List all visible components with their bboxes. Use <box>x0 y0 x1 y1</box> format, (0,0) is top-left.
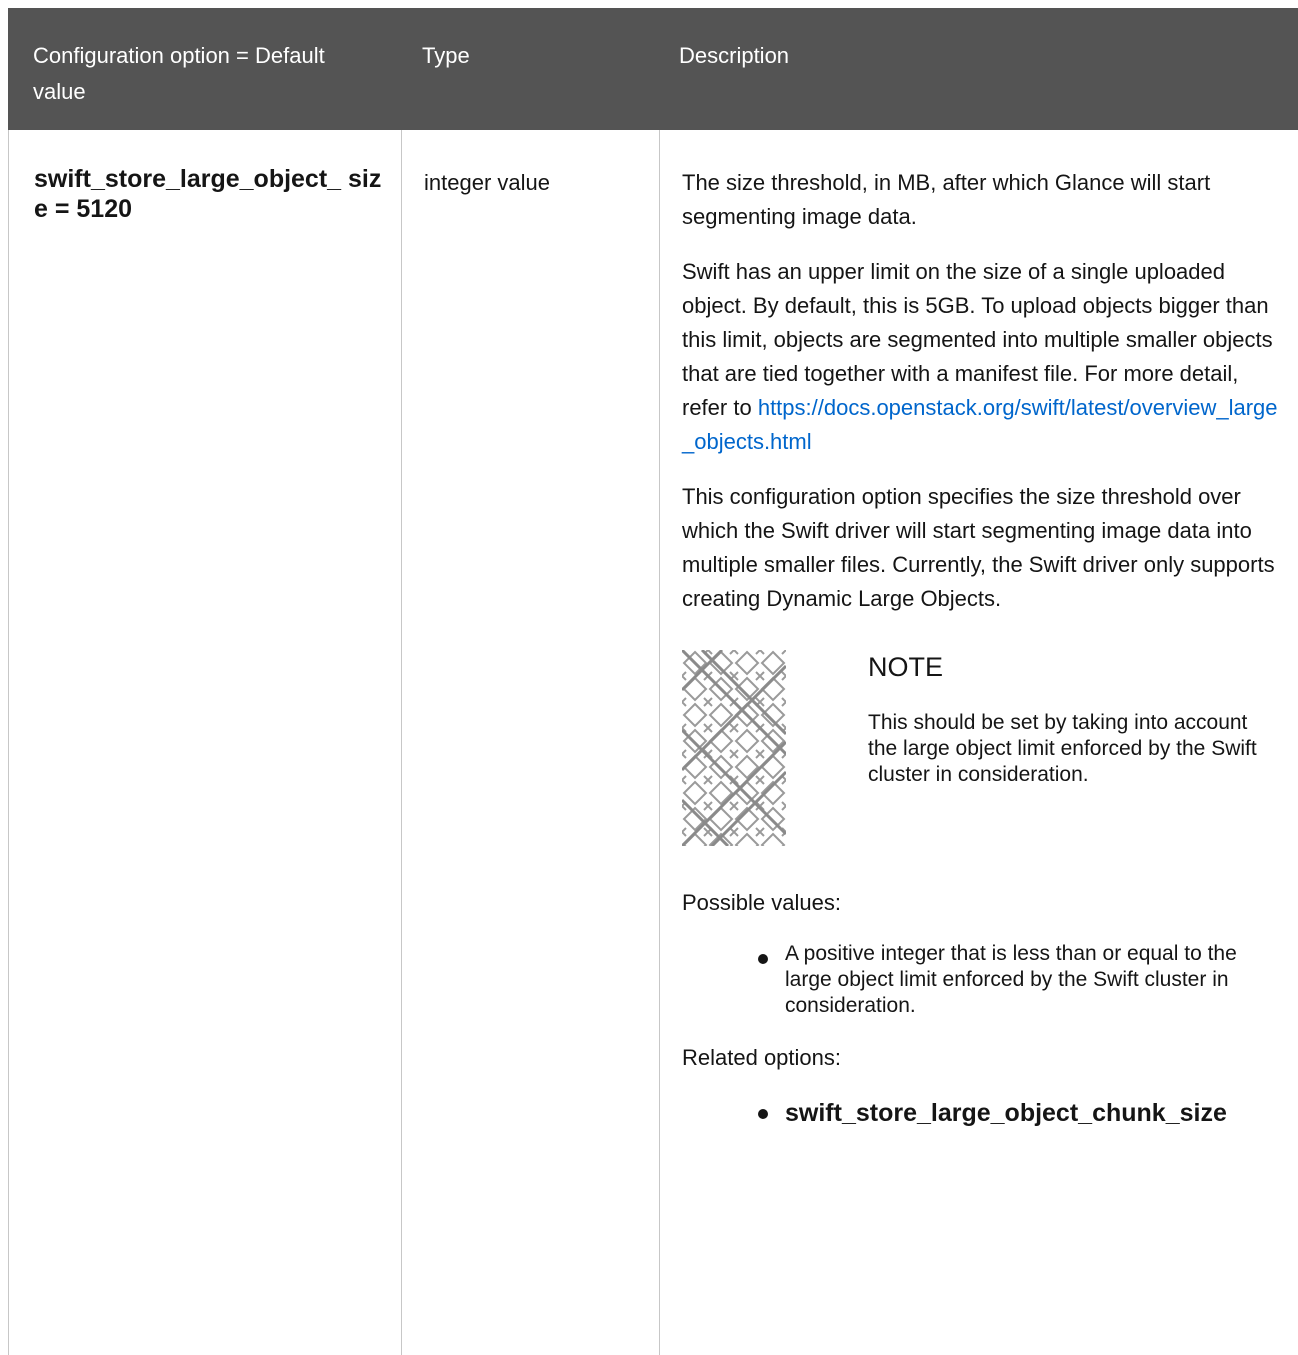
table-header: Configuration option = Default value Typ… <box>8 8 1298 130</box>
column-divider <box>8 130 9 1355</box>
related-options-list: swift_store_large_object_chunk_size <box>682 1096 1288 1131</box>
possible-value: A positive integer that is less than or … <box>785 942 1237 1017</box>
column-divider <box>659 130 660 1355</box>
option-description: The size threshold, in MB, after which G… <box>682 166 1288 1153</box>
bullet-icon <box>758 1109 768 1119</box>
note-admonition: NOTE This should be set by taking into a… <box>682 650 1288 854</box>
option-type: integer value <box>424 170 550 195</box>
table-row: swift_store_large_object_ size = 5120 in… <box>8 130 1298 1355</box>
list-item: swift_store_large_object_chunk_size <box>758 1096 1288 1131</box>
description-paragraph: Swift has an upper limit on the size of … <box>682 255 1288 459</box>
possible-values-label: Possible values: <box>682 890 841 915</box>
list-item: A positive integer that is less than or … <box>758 941 1288 1019</box>
header-option: Configuration option = Default value <box>33 43 325 104</box>
header-description: Description <box>679 43 790 68</box>
option-name: swift_store_large_object_ size = 5120 <box>34 165 382 223</box>
docs-link[interactable]: https://docs.openstack.org/swift/latest/… <box>682 395 1278 454</box>
related-options-label: Related options: <box>682 1045 841 1070</box>
possible-values-list: A positive integer that is less than or … <box>682 941 1288 1019</box>
note-title: NOTE <box>868 652 944 682</box>
note-body: This should be set by taking into accoun… <box>868 711 1257 786</box>
config-options-table: Configuration option = Default value Typ… <box>8 8 1298 1355</box>
header-type: Type <box>422 43 470 68</box>
bullet-icon <box>758 954 768 964</box>
description-paragraph: The size threshold, in MB, after which G… <box>682 170 1211 229</box>
description-paragraph: This configuration option specifies the … <box>682 484 1275 611</box>
column-divider <box>401 130 402 1355</box>
related-option: swift_store_large_object_chunk_size <box>785 1099 1227 1127</box>
note-pattern-icon <box>682 650 786 846</box>
